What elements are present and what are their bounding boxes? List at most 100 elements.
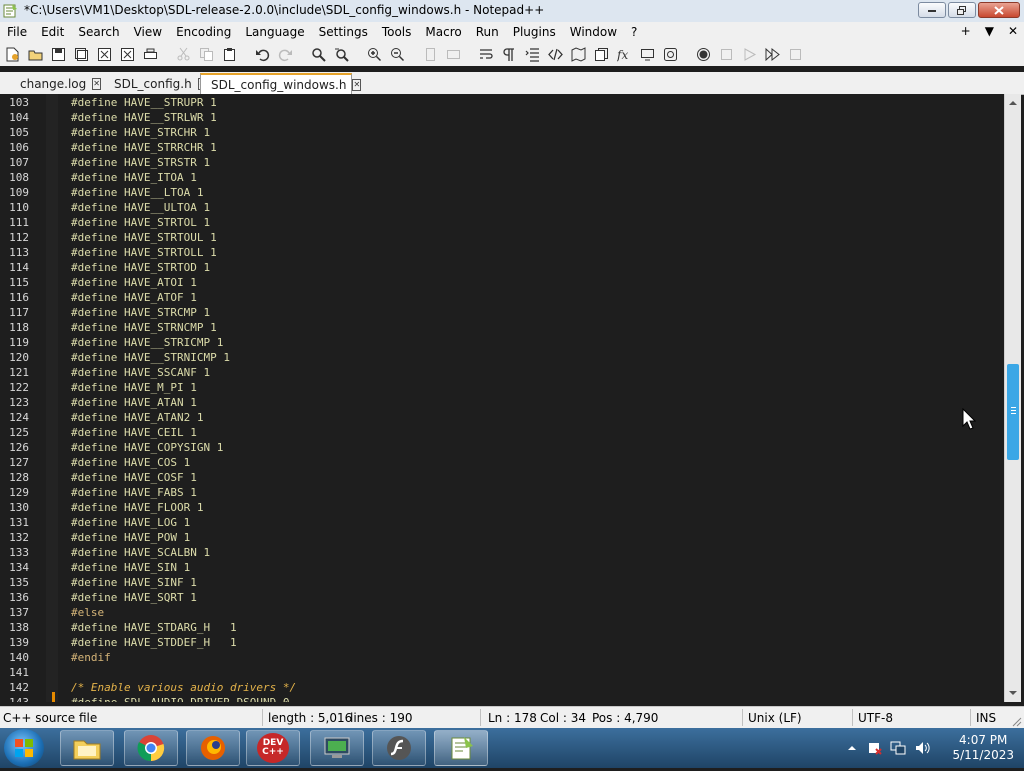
- line-text: #define HAVE_STRCMP 1: [71, 306, 211, 319]
- word-wrap-icon[interactable]: [477, 45, 496, 64]
- cut-icon[interactable]: [174, 45, 193, 64]
- zoom-out-icon[interactable]: [388, 45, 407, 64]
- line-number: 127: [9, 456, 29, 469]
- open-file-icon[interactable]: [26, 45, 45, 64]
- monitoring-icon[interactable]: [661, 45, 680, 64]
- sync-horizontal-icon[interactable]: [444, 45, 463, 64]
- paste-icon[interactable]: [220, 45, 239, 64]
- status-encoding[interactable]: UTF-8: [858, 711, 893, 725]
- line-number: 121: [9, 366, 29, 379]
- clock-time: 4:07 PM: [959, 733, 1008, 747]
- document-map-icon[interactable]: [569, 45, 588, 64]
- windows-logo-icon: [15, 739, 33, 757]
- notepad-plus-plus-icon: [3, 4, 17, 18]
- vertical-scrollbar[interactable]: [1004, 94, 1021, 702]
- remote-desktop-icon: [324, 737, 350, 758]
- folder-as-workspace-icon[interactable]: [638, 45, 657, 64]
- indent-guide-icon[interactable]: [523, 45, 542, 64]
- taskbar-remote-desktop[interactable]: [310, 730, 364, 766]
- action-center-icon[interactable]: [868, 741, 882, 755]
- close-icon[interactable]: [95, 45, 114, 64]
- line-text: #define HAVE_STRTOD 1: [71, 261, 211, 274]
- menu-encoding[interactable]: Encoding: [169, 25, 238, 39]
- close-window-button[interactable]: [978, 2, 1020, 18]
- stop-record-icon[interactable]: [717, 45, 736, 64]
- start-button[interactable]: [4, 729, 44, 767]
- status-lines: lines : 190: [350, 711, 413, 725]
- zoom-in-icon[interactable]: [365, 45, 384, 64]
- menu-language[interactable]: Language: [238, 25, 311, 39]
- print-icon[interactable]: [141, 45, 160, 64]
- clock[interactable]: 4:07 PM 5/11/2023: [952, 733, 1014, 763]
- show-all-chars-icon[interactable]: [500, 45, 519, 64]
- tab-list-button[interactable]: ▼: [985, 24, 994, 38]
- undo-icon[interactable]: [253, 45, 272, 64]
- line-text: #define HAVE_ITOA 1: [71, 171, 197, 184]
- xml-tag-icon[interactable]: [546, 45, 565, 64]
- line-number: 107: [9, 156, 29, 169]
- menu-run[interactable]: Run: [469, 25, 506, 39]
- line-number: 129: [9, 486, 29, 499]
- line-text: #define HAVE_FABS 1: [71, 486, 197, 499]
- file-explorer-icon: [73, 740, 101, 760]
- close-all-icon[interactable]: [118, 45, 137, 64]
- tab-change-log[interactable]: change.log ✕: [14, 73, 101, 94]
- menu-view[interactable]: View: [127, 25, 169, 39]
- status-insert-mode[interactable]: INS: [976, 711, 996, 725]
- menu-window[interactable]: Window: [563, 25, 624, 39]
- function-list-icon[interactable]: fx: [615, 45, 634, 64]
- svg-text:fx: fx: [617, 48, 628, 62]
- scroll-down-button[interactable]: [1006, 686, 1020, 701]
- line-number: 133: [9, 546, 29, 559]
- taskbar-notepad-plus-plus[interactable]: [434, 730, 488, 766]
- menu-plugins[interactable]: Plugins: [506, 25, 563, 39]
- redo-icon[interactable]: [276, 45, 295, 64]
- find-icon[interactable]: [309, 45, 328, 64]
- taskbar-file-explorer[interactable]: [60, 730, 114, 766]
- replace-icon[interactable]: [332, 45, 351, 64]
- taskbar-chrome[interactable]: [124, 730, 178, 766]
- status-eol[interactable]: Unix (LF): [748, 711, 802, 725]
- menu-search[interactable]: Search: [71, 25, 126, 39]
- code-editor[interactable]: 103 #define HAVE__STRUPR 1 104 #define HAVE…: [0, 94, 1004, 702]
- minimize-button[interactable]: [918, 2, 946, 18]
- menu-edit[interactable]: Edit: [34, 25, 71, 39]
- restore-button[interactable]: [948, 2, 976, 18]
- line-text: #define HAVE_FLOOR 1: [71, 501, 204, 514]
- sync-vertical-icon[interactable]: [421, 45, 440, 64]
- resize-grip-icon[interactable]: [1012, 717, 1022, 727]
- line-number: 124: [9, 411, 29, 424]
- scroll-thumb[interactable]: [1007, 364, 1019, 460]
- play-macro-icon[interactable]: [740, 45, 759, 64]
- show-hidden-icons-icon[interactable]: [848, 745, 856, 750]
- tab-sdl-config[interactable]: SDL_config.h ✕: [108, 73, 207, 94]
- new-tab-button[interactable]: +: [961, 24, 971, 38]
- line-text: #define SDL_AUDIO_DRIVER_DSOUND 0: [71, 695, 290, 702]
- network-icon[interactable]: [890, 741, 906, 755]
- save-macro-icon[interactable]: [786, 45, 805, 64]
- save-icon[interactable]: [49, 45, 68, 64]
- tab-sdl-config-windows[interactable]: SDL_config_windows.h ✕: [200, 73, 362, 94]
- menu-settings[interactable]: Settings: [312, 25, 375, 39]
- tab-close-icon[interactable]: ✕: [92, 77, 101, 90]
- new-file-icon[interactable]: [3, 45, 22, 64]
- record-macro-icon[interactable]: [694, 45, 713, 64]
- run-macro-multiple-icon[interactable]: [763, 45, 782, 64]
- taskbar-firefox[interactable]: [186, 730, 240, 766]
- tab-close-icon[interactable]: ✕: [352, 78, 362, 91]
- menu-help[interactable]: ?: [624, 25, 644, 39]
- volume-icon[interactable]: [914, 740, 930, 756]
- menu-macro[interactable]: Macro: [418, 25, 468, 39]
- close-document-button[interactable]: ✕: [1008, 24, 1018, 38]
- document-list-icon[interactable]: [592, 45, 611, 64]
- line-number: 136: [9, 591, 29, 604]
- menu-tools[interactable]: Tools: [375, 25, 419, 39]
- status-file-type: C++ source file: [3, 711, 98, 725]
- scroll-up-button[interactable]: [1006, 95, 1020, 110]
- status-line-number: Ln : 178: [488, 711, 537, 725]
- copy-icon[interactable]: [197, 45, 216, 64]
- taskbar-dev-cpp[interactable]: DEV C++: [246, 730, 300, 766]
- save-all-icon[interactable]: [72, 45, 91, 64]
- menu-file[interactable]: File: [0, 25, 34, 39]
- taskbar-flash[interactable]: [372, 730, 426, 766]
